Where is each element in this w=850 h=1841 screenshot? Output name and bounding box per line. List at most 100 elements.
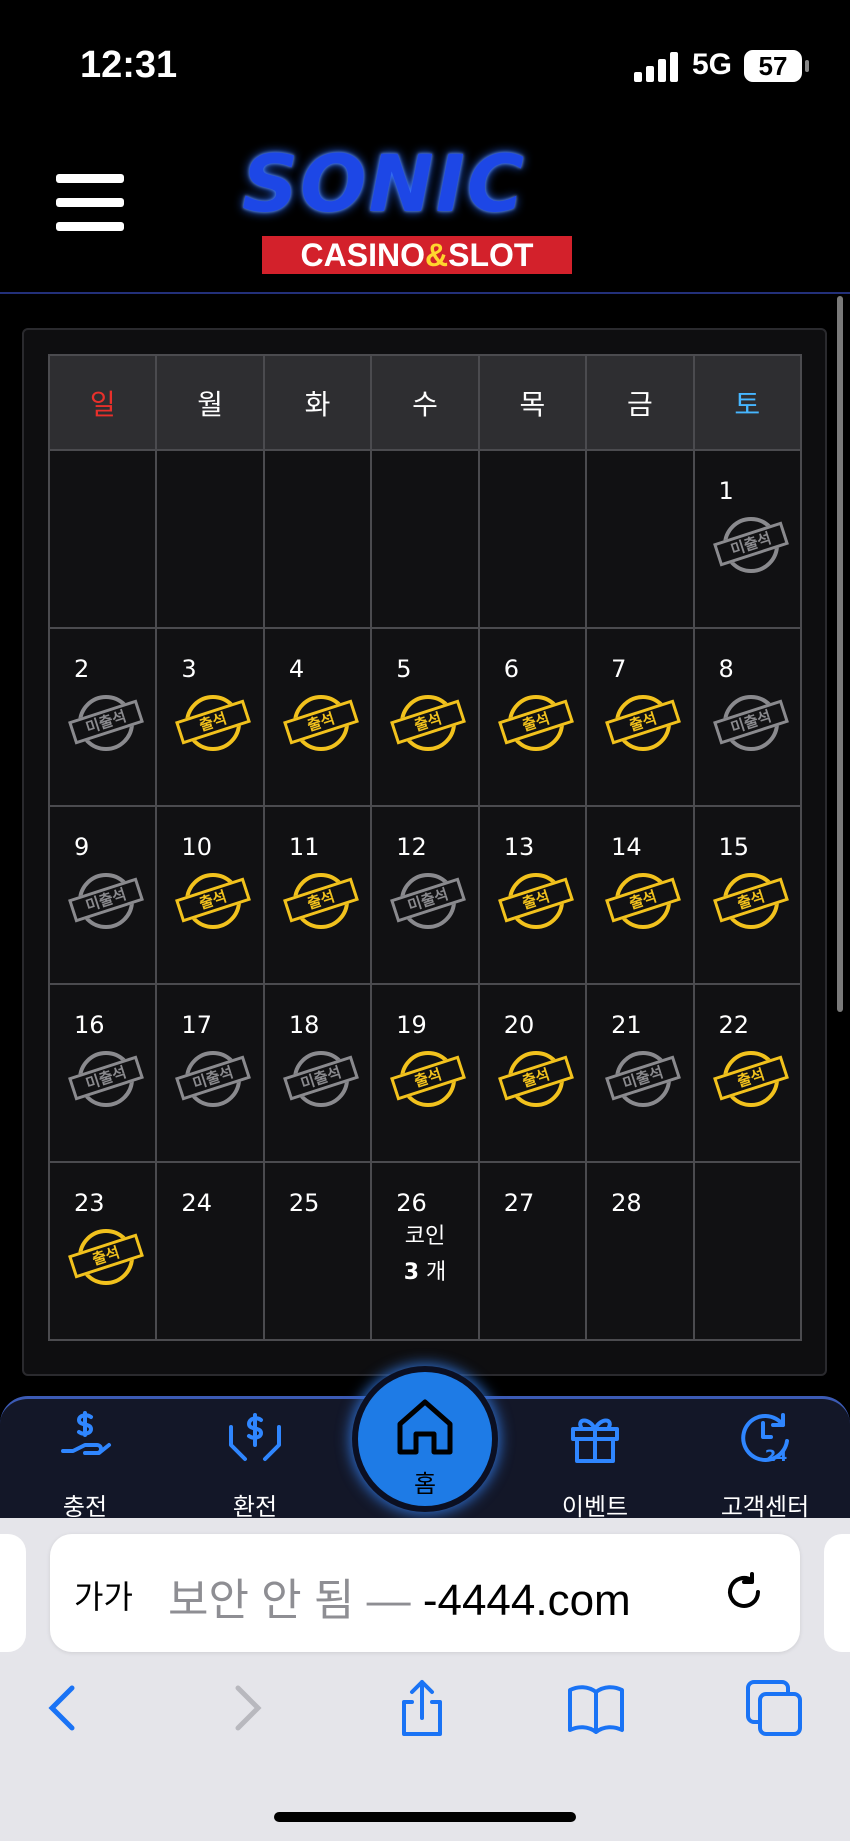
- logo-wordmark: SONIC: [242, 140, 527, 230]
- calendar-week: 9 미출석 10 출석 11 출석 12 미출석 13 출석 14 출석 15 출석: [47, 805, 803, 985]
- absent-stamp: 미출석: [712, 517, 791, 577]
- day-number: 14: [611, 833, 642, 861]
- calendar-day: 11 출석: [262, 805, 373, 985]
- day-number: 15: [718, 833, 750, 861]
- weekday-header: 목: [477, 354, 588, 451]
- attended-stamp: 출석: [282, 873, 361, 933]
- coin-label: 코인: [404, 1224, 446, 1249]
- calendar-day: 25: [262, 1161, 373, 1341]
- calendar-day: 14 출석: [585, 805, 695, 985]
- text-size-button[interactable]: 가가: [74, 1572, 133, 1618]
- logo-subtitle: CASINO&SLOT: [262, 236, 572, 274]
- withdraw-icon: [229, 1413, 281, 1461]
- home-icon: [397, 1399, 453, 1455]
- day-number: 19: [396, 1011, 427, 1039]
- day-number: 5: [396, 655, 412, 683]
- calendar-day: 24: [155, 1161, 265, 1341]
- calendar-week: 23 출석 24 25 26 코인 3 개 27 28: [47, 1161, 803, 1341]
- next-tab-card[interactable]: [824, 1534, 850, 1652]
- nav-event[interactable]: 이벤트: [530, 1407, 660, 1522]
- calendar-day: 13 출석: [477, 805, 588, 985]
- signal-icon: [634, 50, 680, 82]
- attended-stamp: 출석: [605, 873, 683, 933]
- nav-deposit-label: 충전: [62, 1493, 108, 1521]
- nav-support[interactable]: 24 고객센터: [700, 1407, 830, 1522]
- calendar-day: 19 출석: [370, 983, 480, 1163]
- absent-stamp: 미출석: [68, 873, 146, 933]
- address-text: 보안 안 됨 — -4444.com: [168, 1564, 631, 1628]
- nav-withdraw[interactable]: 환전: [190, 1407, 320, 1522]
- calendar-day: 4 출석: [262, 627, 373, 807]
- support-24h-icon: 24: [741, 1413, 789, 1465]
- site-logo[interactable]: SONIC CASINO&SLOT: [222, 140, 602, 280]
- day-number: 16: [74, 1011, 105, 1039]
- nav-withdraw-label: 환전: [232, 1493, 278, 1521]
- calendar-day: 28: [585, 1161, 695, 1341]
- attended-stamp: 출석: [68, 1229, 146, 1289]
- day-number: 8: [718, 655, 734, 683]
- status-bar: 12:31 5G 57: [0, 0, 850, 130]
- tabs-icon[interactable]: [744, 1678, 804, 1738]
- browser-toolbar: 가가 보안 안 됨 — -4444.com: [0, 1518, 850, 1841]
- calendar-day: 2 미출석: [47, 627, 158, 807]
- calendar-empty-cell: [155, 449, 265, 629]
- absent-stamp: 미출석: [282, 1051, 361, 1111]
- calendar-day: 17 미출석: [155, 983, 265, 1163]
- attended-stamp: 출석: [175, 695, 253, 755]
- calendar-day: 27: [477, 1161, 588, 1341]
- day-number: 28: [611, 1189, 642, 1217]
- calendar-day: 3 출석: [155, 627, 265, 807]
- calendar-day: 23 출석: [47, 1161, 158, 1341]
- calendar-empty-cell: [370, 449, 480, 629]
- calendar-day: 6 출석: [477, 627, 588, 807]
- attended-stamp: 출석: [390, 695, 468, 755]
- day-number: 6: [503, 655, 519, 683]
- coin-unit: 개: [426, 1260, 447, 1285]
- prev-tab-card[interactable]: [0, 1534, 26, 1652]
- calendar-empty-cell: [477, 449, 588, 629]
- attended-stamp: 출석: [390, 1051, 468, 1111]
- day-number: 23: [74, 1189, 105, 1217]
- calendar-day: 22 출석: [692, 983, 803, 1163]
- coin-count: 3: [403, 1260, 419, 1285]
- battery-icon: 57: [744, 50, 809, 82]
- day-number: 7: [611, 655, 627, 683]
- attendance-calendar: 일월화수목금토 1 미출석 2 미출석 3 출석 4 출석 5 출석 6 출석 7 출석 8 미출석 9 미출석 1…: [47, 354, 803, 1341]
- calendar-day: 18 미출석: [262, 983, 373, 1163]
- svg-text:24: 24: [765, 1446, 787, 1465]
- back-icon[interactable]: [34, 1678, 94, 1738]
- absent-stamp: 미출석: [68, 1051, 146, 1111]
- forward-icon[interactable]: [216, 1678, 276, 1738]
- absent-stamp: 미출석: [712, 695, 791, 755]
- calendar-empty-cell: [585, 449, 695, 629]
- day-number: 2: [74, 655, 90, 683]
- nav-deposit[interactable]: 충전: [20, 1407, 150, 1522]
- menu-icon[interactable]: [56, 174, 124, 232]
- weekday-header: 수: [370, 354, 480, 451]
- day-number: 26: [396, 1189, 427, 1217]
- attended-stamp: 출석: [497, 695, 576, 755]
- nav-home[interactable]: 홈: [358, 1372, 492, 1506]
- day-number: 24: [181, 1189, 212, 1217]
- bookmarks-icon[interactable]: [566, 1678, 626, 1738]
- absent-stamp: 미출석: [175, 1051, 253, 1111]
- calendar-week: 16 미출석 17 미출석 18 미출석 19 출석 20 출석 21 미출석 22 출석: [47, 983, 803, 1163]
- attended-stamp: 출석: [175, 873, 253, 933]
- calendar-empty-cell: [692, 1161, 803, 1341]
- day-number: 18: [288, 1011, 320, 1039]
- gift-icon: [571, 1418, 619, 1463]
- nav-home-label: 홈: [413, 1470, 437, 1498]
- calendar-week: 1 미출석: [47, 449, 803, 629]
- calendar-empty-cell: [47, 449, 158, 629]
- attended-stamp: 출석: [712, 873, 791, 933]
- scrollbar[interactable]: [837, 296, 843, 1012]
- day-number: 21: [611, 1011, 642, 1039]
- day-number: 27: [503, 1189, 535, 1217]
- calendar-day: 12 미출석: [370, 805, 480, 985]
- day-number: 1: [718, 477, 734, 505]
- reload-icon[interactable]: [722, 1570, 766, 1614]
- calendar-day: 20 출석: [477, 983, 588, 1163]
- calendar-day: 26 코인 3 개: [370, 1161, 480, 1341]
- share-icon[interactable]: [392, 1678, 452, 1738]
- address-bar[interactable]: 가가 보안 안 됨 — -4444.com: [50, 1534, 800, 1652]
